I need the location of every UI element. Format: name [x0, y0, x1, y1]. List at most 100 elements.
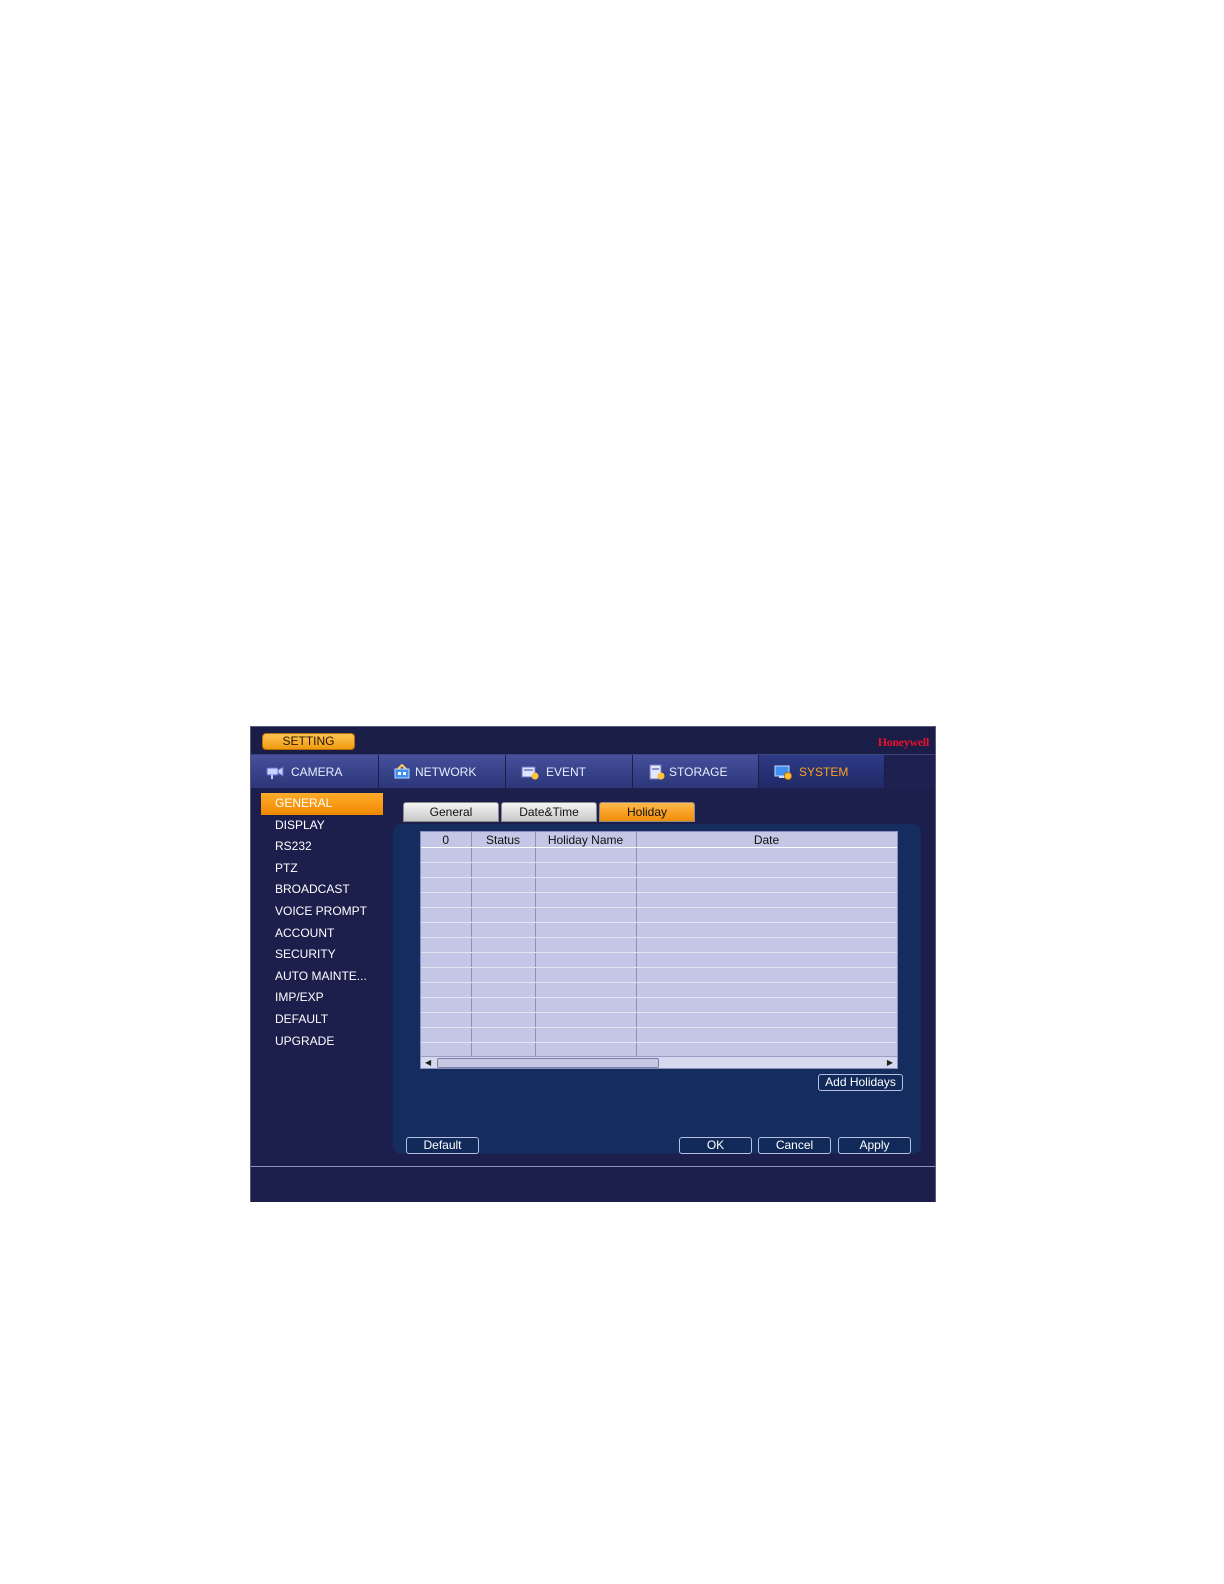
tab-camera-label: CAMERA: [291, 764, 343, 779]
table-row[interactable]: [421, 967, 897, 983]
table-cell: [636, 952, 897, 968]
table-cell: [535, 1027, 637, 1043]
table-cell: [535, 907, 637, 923]
tab-holiday[interactable]: Holiday: [599, 802, 695, 822]
table-cell: [421, 952, 472, 968]
table-cell: [421, 922, 472, 938]
table-cell: [421, 982, 472, 998]
table-row[interactable]: [421, 952, 897, 968]
table-cell: [471, 847, 536, 863]
setting-tab[interactable]: SETTING: [262, 733, 355, 750]
sidebar-item-imp-exp[interactable]: IMP/EXP: [261, 987, 383, 1009]
table-cell: [636, 967, 897, 983]
table-cell: [471, 922, 536, 938]
table-row[interactable]: [421, 907, 897, 923]
sidebar-item-display[interactable]: DISPLAY: [261, 815, 383, 837]
table-cell: [636, 892, 897, 908]
table-cell: [471, 892, 536, 908]
tab-system-label: SYSTEM: [799, 764, 849, 779]
table-header-row: 0 Status Holiday Name Date: [421, 832, 897, 848]
table-row[interactable]: [421, 982, 897, 998]
tab-network[interactable]: NETWORK: [379, 755, 506, 788]
sidebar-item-security[interactable]: SECURITY: [261, 944, 383, 966]
apply-button[interactable]: Apply: [838, 1137, 911, 1154]
table-cell: [471, 877, 536, 893]
dvr-settings-window: SETTING Honeywell CAMERA NETWORK EVENT S…: [250, 726, 936, 1202]
table-cell: [471, 952, 536, 968]
table-cell: [636, 937, 897, 953]
column-header-date: Date: [636, 832, 897, 848]
sidebar-item-general[interactable]: GENERAL: [261, 793, 383, 815]
table-cell: [535, 877, 637, 893]
tab-date-time[interactable]: Date&Time: [501, 802, 597, 822]
sidebar-item-ptz[interactable]: PTZ: [261, 858, 383, 880]
table-cell: [471, 967, 536, 983]
holiday-table: 0 Status Holiday Name Date: [421, 832, 897, 1058]
tab-camera[interactable]: CAMERA: [251, 755, 379, 788]
table-cell: [636, 1027, 897, 1043]
horizontal-scrollbar[interactable]: ◀ ▶: [421, 1056, 897, 1068]
camera-icon: [265, 764, 285, 780]
sidebar: GENERAL DISPLAY RS232 PTZ BROADCAST VOIC…: [261, 793, 383, 1052]
table-cell: [421, 937, 472, 953]
table-cell: [421, 862, 472, 878]
table-cell: [636, 877, 897, 893]
cancel-button[interactable]: Cancel: [758, 1137, 831, 1154]
table-cell: [636, 862, 897, 878]
default-button[interactable]: Default: [406, 1137, 479, 1154]
ok-button[interactable]: OK: [679, 1137, 752, 1154]
table-cell: [421, 1027, 472, 1043]
sidebar-item-upgrade[interactable]: UPGRADE: [261, 1031, 383, 1053]
sidebar-item-broadcast[interactable]: BROADCAST: [261, 879, 383, 901]
table-cell: [636, 922, 897, 938]
tab-system[interactable]: SYSTEM: [759, 755, 885, 788]
table-row[interactable]: [421, 862, 897, 878]
table-cell: [535, 862, 637, 878]
column-header-holiday-name: Holiday Name: [535, 832, 637, 848]
scrollbar-thumb[interactable]: [437, 1058, 659, 1068]
holiday-table-body: [421, 847, 897, 1058]
tab-storage[interactable]: STORAGE: [633, 755, 759, 788]
table-row[interactable]: [421, 922, 897, 938]
table-row[interactable]: [421, 1012, 897, 1028]
table-row[interactable]: [421, 997, 897, 1013]
table-cell: [471, 982, 536, 998]
scroll-left-icon[interactable]: ◀: [425, 1057, 431, 1068]
add-holidays-button[interactable]: Add Holidays: [818, 1074, 903, 1091]
table-cell: [421, 967, 472, 983]
table-row[interactable]: [421, 1027, 897, 1043]
table-cell: [471, 1012, 536, 1028]
tab-general[interactable]: General: [403, 802, 499, 822]
table-row[interactable]: [421, 892, 897, 908]
table-cell: [471, 862, 536, 878]
table-cell: [535, 1012, 637, 1028]
brand-logo: Honeywell: [877, 735, 930, 749]
network-icon: [393, 763, 413, 780]
tab-event-label: EVENT: [546, 764, 587, 779]
sidebar-item-rs232[interactable]: RS232: [261, 836, 383, 858]
table-cell: [535, 967, 637, 983]
table-row[interactable]: [421, 877, 897, 893]
table-cell: [535, 922, 637, 938]
sidebar-item-auto-maintain[interactable]: AUTO MAINTE...: [261, 966, 383, 988]
tab-network-label: NETWORK: [415, 764, 477, 779]
table-cell: [636, 847, 897, 863]
sidebar-item-voice-prompt[interactable]: VOICE PROMPT: [261, 901, 383, 923]
column-header-status: Status: [471, 832, 536, 848]
tab-event[interactable]: EVENT: [506, 755, 633, 788]
table-cell: [421, 892, 472, 908]
main-nav: CAMERA NETWORK EVENT STORAGE SYSTEM: [251, 754, 935, 789]
table-row[interactable]: [421, 847, 897, 863]
status-bar: [251, 1166, 935, 1202]
scroll-right-icon[interactable]: ▶: [887, 1057, 893, 1068]
table-cell: [535, 982, 637, 998]
table-cell: [636, 1012, 897, 1028]
sidebar-item-default[interactable]: DEFAULT: [261, 1009, 383, 1031]
event-icon: [520, 764, 540, 780]
column-header-select[interactable]: 0: [421, 832, 472, 848]
table-cell: [535, 847, 637, 863]
table-cell: [421, 997, 472, 1013]
sidebar-item-account[interactable]: ACCOUNT: [261, 923, 383, 945]
table-row[interactable]: [421, 937, 897, 953]
table-cell: [471, 997, 536, 1013]
